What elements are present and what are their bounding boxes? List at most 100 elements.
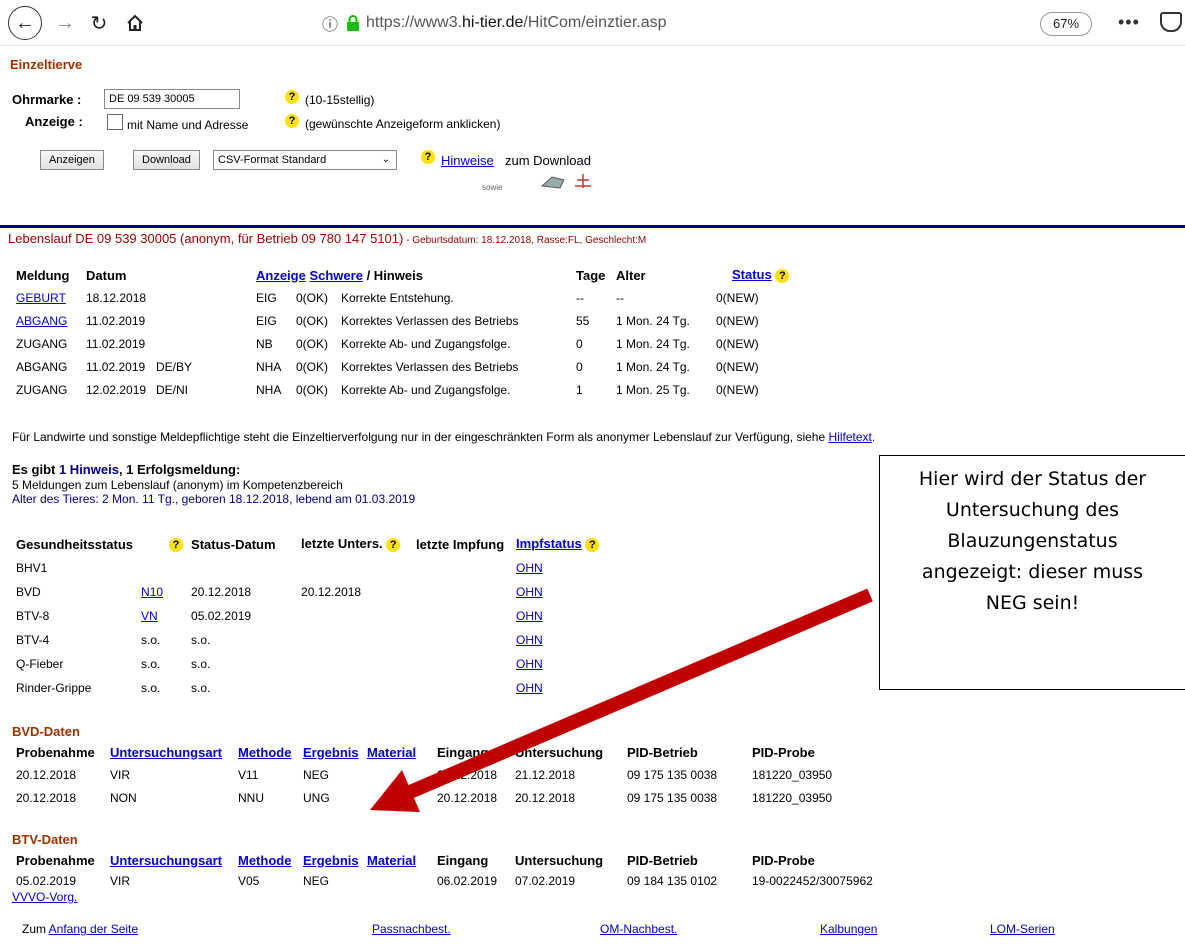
- cell: NHA: [256, 359, 282, 374]
- methode-link[interactable]: Methode: [238, 745, 291, 760]
- zoom-indicator[interactable]: 67%: [1040, 12, 1092, 36]
- help-icon[interactable]: ?: [285, 90, 299, 104]
- anfang-link[interactable]: Anfang der Seite: [49, 922, 138, 936]
- cell: ZUGANG: [16, 336, 68, 351]
- cell: 0: [576, 336, 583, 351]
- cell: NEG: [303, 874, 330, 888]
- anzeigen-button[interactable]: Anzeigen: [40, 150, 104, 170]
- abgang-link[interactable]: ABGANG: [16, 314, 67, 328]
- format-select[interactable]: CSV-Format Standard ⌄: [213, 150, 397, 170]
- summary-heading: Es gibt 1 Hinweis, 1 Erfolgsmeldung:: [12, 462, 241, 477]
- info-text: Für Landwirte und sonstige Meldepflichti…: [12, 430, 876, 444]
- geburt-link[interactable]: GEBURT: [16, 291, 66, 305]
- methode-link[interactable]: Methode: [238, 853, 291, 868]
- untersuchungsart-link[interactable]: Untersuchungsart: [110, 853, 222, 868]
- ergebnis-link[interactable]: Ergebnis: [303, 745, 359, 760]
- help-icon[interactable]: ?: [285, 114, 299, 128]
- cell: 11.02.2019: [86, 359, 146, 374]
- cell: 181220_03950: [752, 790, 833, 805]
- callout-line: Blauzungenstatus: [947, 530, 1118, 552]
- cell: 11.02.2019: [86, 336, 146, 351]
- info-icon[interactable]: ⓘ: [320, 11, 340, 35]
- cell: [297, 604, 412, 628]
- cell: Korrekte Entstehung.: [341, 290, 454, 305]
- vvvo-link[interactable]: VVVO-Vorg.: [12, 890, 77, 904]
- cell: Q-Fieber: [16, 657, 64, 671]
- table-row: GEBURT 18.12.2018 EIG 0(OK) Korrekte Ent…: [12, 286, 793, 309]
- table-row: 20.12.2018 VIR V11 NEG 20.12.2018 21.12.…: [12, 763, 836, 786]
- home-button[interactable]: [120, 8, 150, 38]
- help-icon[interactable]: ?: [775, 268, 790, 283]
- cell: ABGANG: [16, 359, 68, 374]
- cell: 09 175 135 0038: [627, 767, 718, 782]
- table-row: 05.02.2019 VIR V05 NEG 06.02.2019 07.02.…: [12, 871, 877, 891]
- cell: 20.12.2018: [16, 767, 77, 782]
- cell: 20.12.2018: [191, 585, 252, 599]
- excel-icon[interactable]: [540, 174, 566, 190]
- material-link[interactable]: Material: [367, 853, 416, 868]
- browser-toolbar: ← → ↻ ⓘ https://www3.hi-tier.de/HitCom/e…: [0, 0, 1185, 46]
- help-icon[interactable]: ?: [585, 537, 600, 552]
- kalbungen-link[interactable]: Kalbungen: [820, 922, 877, 936]
- more-menu-icon[interactable]: •••: [1118, 12, 1140, 33]
- cell: [363, 871, 433, 891]
- callout-line: Hier wird der Status der: [918, 468, 1147, 490]
- btv8-status-link[interactable]: VN: [141, 609, 158, 623]
- bvd-table: Probenahme Untersuchungsart Methode Erge…: [12, 741, 836, 809]
- col-pid-probe: PID-Probe: [752, 852, 815, 868]
- material-link[interactable]: Material: [367, 745, 416, 760]
- impfstatus-ohn-link[interactable]: OHN: [516, 681, 543, 695]
- lom-serien-link[interactable]: LOM-Serien: [990, 922, 1055, 936]
- cell: [187, 556, 297, 580]
- status-sort-link[interactable]: Status: [732, 267, 772, 282]
- ergebnis-link[interactable]: Ergebnis: [303, 853, 359, 868]
- ohrmarke-input[interactable]: DE 09 539 30005: [104, 89, 240, 109]
- cell: 0(NEW): [716, 359, 759, 374]
- home-icon: [127, 14, 143, 31]
- help-icon[interactable]: ?: [421, 150, 435, 164]
- help-icon[interactable]: ?: [169, 537, 184, 552]
- back-button[interactable]: ←: [8, 6, 42, 40]
- forward-button[interactable]: →: [50, 8, 80, 38]
- cell: [152, 286, 252, 309]
- reload-button[interactable]: ↻: [84, 8, 114, 38]
- cell: --: [576, 290, 584, 305]
- help-icon[interactable]: ?: [386, 537, 401, 552]
- bvd-status-link[interactable]: N10: [141, 585, 163, 599]
- name-address-checkbox[interactable]: [107, 114, 123, 130]
- col-probenahme: Probenahme: [16, 744, 95, 760]
- impfstatus-ohn-link[interactable]: OHN: [516, 657, 543, 671]
- impfstatus-ohn-link[interactable]: OHN: [516, 585, 543, 599]
- pocket-icon[interactable]: [1160, 12, 1182, 32]
- cell: 0(NEW): [716, 290, 759, 305]
- cell: [363, 786, 433, 809]
- cell: EIG: [256, 313, 277, 328]
- hinweise-link[interactable]: Hinweise: [441, 153, 494, 168]
- schwere-sort-link[interactable]: Schwere: [309, 268, 362, 283]
- cell: DE/NI: [156, 382, 189, 397]
- impfstatus-ohn-link[interactable]: OHN: [516, 609, 543, 623]
- address-bar[interactable]: ⓘ https://www3.hi-tier.de/HitCom/einztie…: [320, 8, 1120, 38]
- cell: NHA: [256, 382, 282, 397]
- col-meldung: Meldung: [16, 267, 70, 283]
- impfstatus-link[interactable]: Impfstatus: [516, 536, 582, 551]
- anzeige-sort-link[interactable]: Anzeige: [256, 268, 306, 283]
- impfstatus-ohn-link[interactable]: OHN: [516, 561, 543, 575]
- impfstatus-ohn-link[interactable]: OHN: [516, 633, 543, 647]
- col-eingang: Eingang: [437, 852, 489, 868]
- table-row: ZUGANG 12.02.2019 DE/NI NHA 0(OK) Korrek…: [12, 378, 793, 401]
- table-row: ZUGANG 11.02.2019 NB 0(OK) Korrekte Ab- …: [12, 332, 793, 355]
- cell: 20.12.2018: [301, 585, 362, 599]
- col-alter: Alter: [616, 267, 646, 283]
- om-nachbest-link[interactable]: OM-Nachbest.: [600, 922, 677, 936]
- passnachbest-link[interactable]: Passnachbest.: [372, 922, 451, 936]
- download-button[interactable]: Download: [133, 150, 200, 170]
- ohrmarke-hint: (10-15stellig): [305, 93, 375, 107]
- cell: 0(NEW): [716, 336, 759, 351]
- untersuchungsart-link[interactable]: Untersuchungsart: [110, 745, 222, 760]
- forward-arrow-icon: →: [55, 11, 75, 34]
- hilfetext-link[interactable]: Hilfetext: [828, 430, 871, 444]
- annotation-callout: Hier wird der Status der Untersuchung de…: [879, 455, 1185, 690]
- cell: BTV-4: [16, 633, 50, 647]
- pdf-icon[interactable]: [572, 172, 594, 190]
